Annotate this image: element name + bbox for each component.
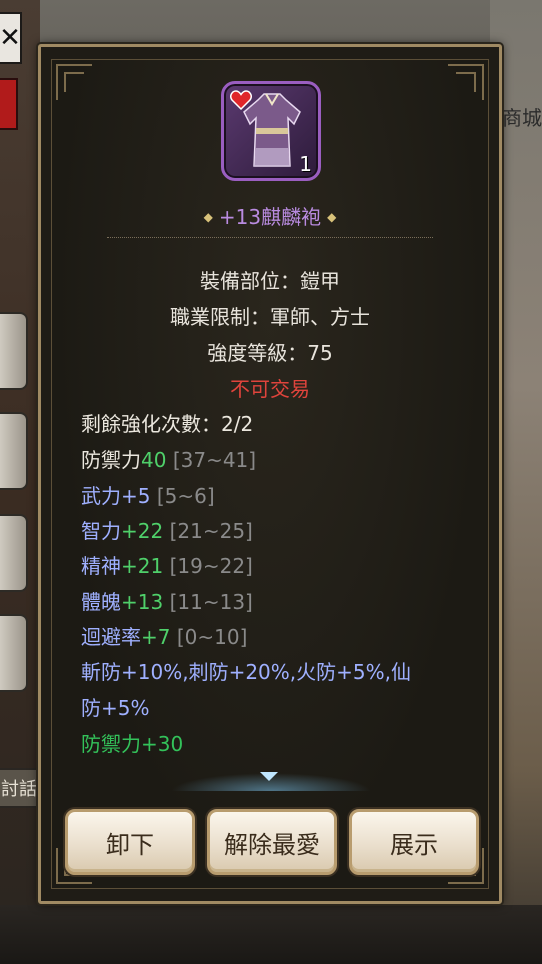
stat-value: +13 (121, 590, 164, 614)
remaining-enhance: 剩餘強化次數：2/2 (81, 412, 254, 436)
stat-label: 防禦力 (81, 448, 141, 472)
stat-range: [11~13] (169, 590, 253, 614)
stat-range: [21~25] (169, 519, 253, 543)
stat-range: [0~10] (176, 625, 248, 649)
robe-graphic (243, 93, 301, 167)
stat-resist-line1: 斬防+10%,刺防+20%,火防+5%,仙 (81, 660, 411, 684)
stat-resist-line2: 防+5% (81, 696, 150, 720)
stat-value: +7 (141, 625, 171, 649)
show-button[interactable]: 展示 (349, 809, 479, 875)
stat-spirit: 精神+21 [19~22] (81, 549, 479, 584)
diamond-icon: ◆ (203, 210, 213, 224)
divider (107, 237, 433, 238)
item-name-text: +13麒麟袍 (218, 205, 322, 229)
stat-range: [19~22] (169, 554, 253, 578)
stat-value: 40 (141, 448, 167, 472)
side-menu-button-3[interactable] (0, 514, 28, 592)
stat-label: 精神 (81, 554, 121, 578)
side-menu-button-4[interactable] (0, 614, 28, 692)
close-icon: ✕ (0, 23, 21, 53)
frame-corner-inner (64, 72, 84, 92)
side-menu-button-2[interactable] (0, 412, 28, 490)
diamond-icon: ◆ (327, 210, 337, 224)
item-detail-panel: 1 ◆ +13麒麟袍 ◆ 裝備部位：鎧甲 職業限制：軍師、方士 強度等級：75 不可… (38, 44, 502, 904)
shop-label[interactable]: 商城 (502, 102, 542, 131)
stat-value: +22 (121, 519, 164, 543)
stat-label: 武力 (81, 484, 121, 508)
stat-intellect: 智力+22 [21~25] (81, 514, 479, 549)
stat-defense: 防禦力40 [37~41] (81, 443, 479, 478)
red-side-tab[interactable] (0, 78, 18, 130)
stat-force: 武力+5 [5~6] (81, 479, 479, 514)
strength-level: 強度等級：75 (207, 341, 333, 365)
frame-corner-inner (456, 72, 476, 92)
class-limit: 職業限制：軍師、方士 (170, 305, 370, 329)
stat-physique: 體魄+13 [11~13] (81, 585, 479, 620)
close-button[interactable]: ✕ (0, 12, 22, 64)
stat-value: +5 (121, 484, 151, 508)
unfavorite-button[interactable]: 解除最愛 (207, 809, 337, 875)
stat-value: +21 (121, 554, 164, 578)
stat-label: 智力 (81, 519, 121, 543)
stat-bonus-defense: 防禦力+30 (81, 732, 184, 756)
equip-slot: 裝備部位：鎧甲 (200, 269, 340, 293)
bottom-background-strip (0, 905, 542, 964)
stat-range: [5~6] (156, 484, 215, 508)
chat-tab[interactable]: 討話 (0, 768, 40, 808)
unequip-button[interactable]: 卸下 (65, 809, 195, 875)
scroll-down-icon[interactable] (260, 772, 278, 781)
stat-label: 體魄 (81, 590, 121, 614)
stat-label: 迴避率 (81, 625, 141, 649)
untradeable-label: 不可交易 (230, 377, 310, 401)
robe-icon: 1 (221, 81, 321, 181)
side-menu-button-1[interactable] (0, 312, 28, 390)
stat-evasion: 迴避率+7 [0~10] (81, 620, 479, 655)
item-count: 1 (299, 152, 312, 176)
stat-range: [37~41] (172, 448, 257, 472)
item-name: ◆ +13麒麟袍 ◆ (41, 201, 499, 230)
